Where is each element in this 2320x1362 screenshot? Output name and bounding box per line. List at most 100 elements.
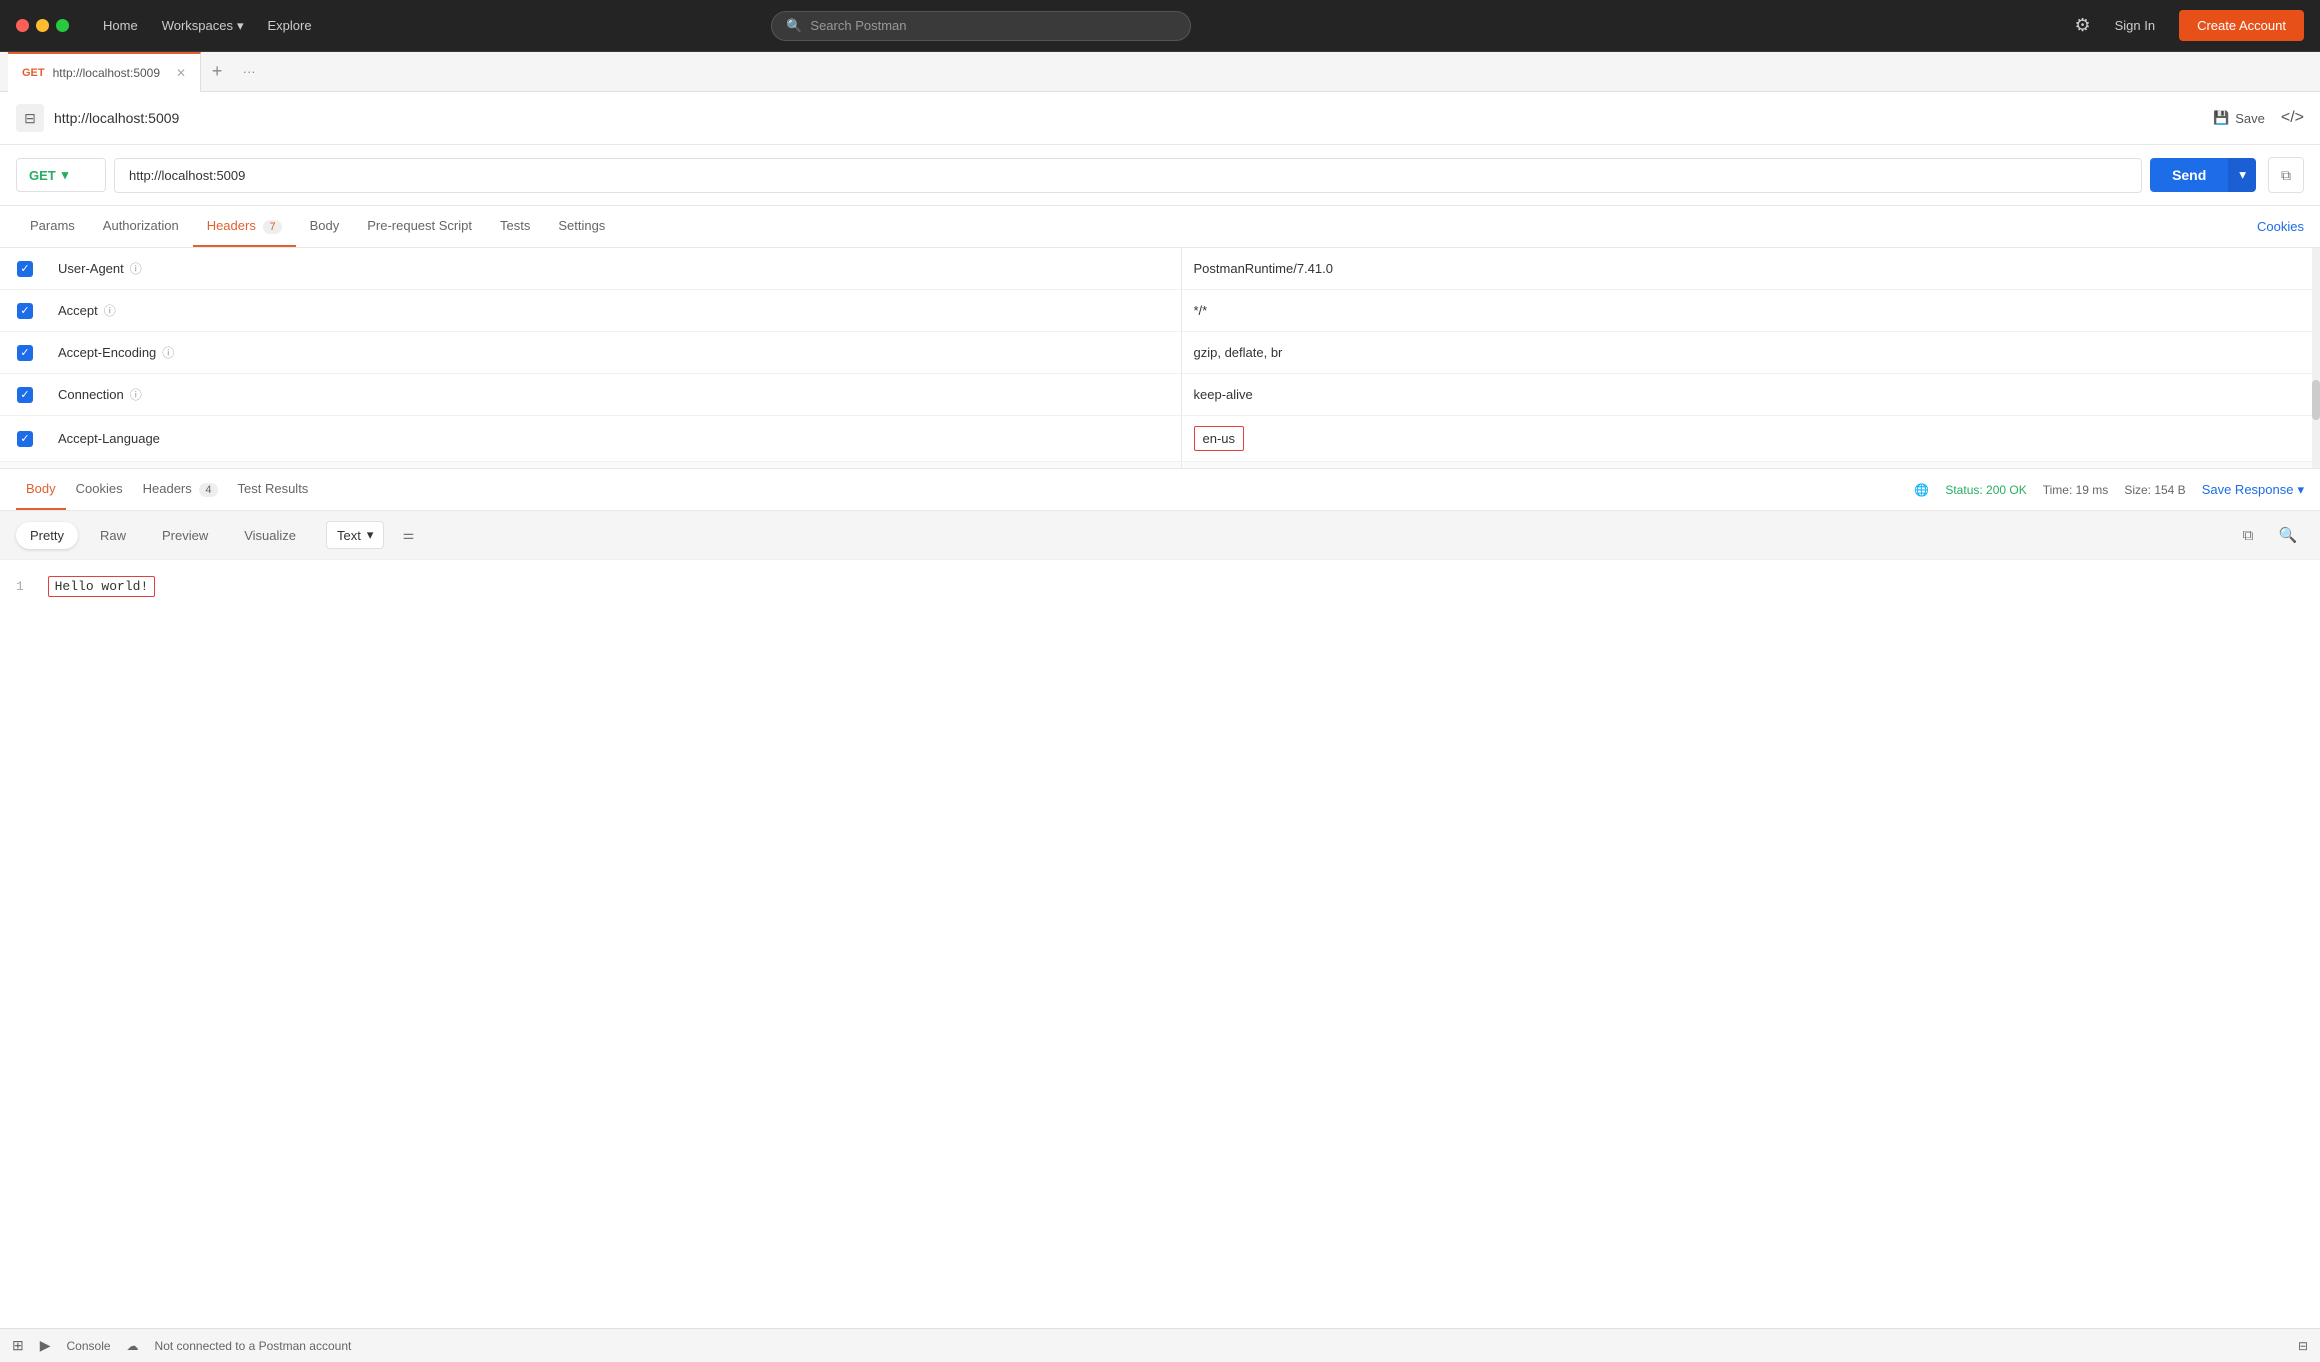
header-check-5[interactable]: ✓ xyxy=(0,431,50,447)
line-number: 1 xyxy=(16,579,24,594)
search-icon: 🔍 xyxy=(786,18,802,34)
nav-links: Home Workspaces ▾ Explore xyxy=(93,12,322,40)
header-value-user-agent[interactable]: PostmanRuntime/7.41.0 xyxy=(1182,251,2320,286)
tab-settings[interactable]: Settings xyxy=(544,206,619,247)
header-check-4[interactable]: ✓ xyxy=(0,387,50,403)
header-value-accept[interactable]: */* xyxy=(1182,293,2320,328)
tab-headers[interactable]: Headers 7 xyxy=(193,206,296,247)
header-key-empty[interactable]: Key xyxy=(50,465,1181,468)
response-actions: ⧉ 🔍 xyxy=(2232,519,2304,551)
header-value-accept-encoding[interactable]: gzip, deflate, br xyxy=(1182,335,2320,370)
header-value-empty[interactable]: Value xyxy=(1182,465,2320,468)
new-tab-button[interactable]: + xyxy=(201,52,233,92)
response-size-label: Size: 154 B xyxy=(2124,483,2185,497)
send-dropdown-button[interactable]: ▾ xyxy=(2228,158,2256,192)
more-tabs-button[interactable]: ··· xyxy=(233,52,265,92)
tab-params[interactable]: Params xyxy=(16,206,89,247)
format-label: Text xyxy=(337,528,361,543)
view-visualize-button[interactable]: Visualize xyxy=(230,522,310,549)
signin-button[interactable]: Sign In xyxy=(2103,12,2167,39)
layout-icon[interactable]: ⊞ xyxy=(12,1337,24,1354)
method-label: GET xyxy=(29,168,56,183)
maximize-button[interactable] xyxy=(56,19,69,32)
method-dropdown-icon: ▾ xyxy=(62,167,69,183)
tab-prerequest[interactable]: Pre-request Script xyxy=(353,206,486,247)
tab-close-icon[interactable]: ✕ xyxy=(176,66,186,80)
accept-language-value-highlighted: en-us xyxy=(1194,426,1245,451)
header-key-accept-language[interactable]: Accept-Language xyxy=(50,421,1181,456)
code-button[interactable]: </> xyxy=(2281,109,2304,127)
nav-explore[interactable]: Explore xyxy=(258,12,322,40)
minimize-button[interactable] xyxy=(36,19,49,32)
response-tab-cookies[interactable]: Cookies xyxy=(66,469,133,510)
info-icon-2[interactable]: ⓘ xyxy=(104,302,116,319)
response-headers-count: 4 xyxy=(199,483,217,497)
tab-body[interactable]: Body xyxy=(296,206,354,247)
tab-url: http://localhost:5009 xyxy=(53,66,160,80)
workspaces-dropdown-icon: ▾ xyxy=(237,18,244,34)
copy-response-button[interactable]: ⧉ xyxy=(2232,519,2264,551)
view-pretty-button[interactable]: Pretty xyxy=(16,522,78,549)
nav-home[interactable]: Home xyxy=(93,12,148,40)
status-ok-label: Status: 200 OK xyxy=(1945,483,2026,497)
header-row-empty: Key Value xyxy=(0,462,2320,468)
copy-icon: ⧉ xyxy=(2281,167,2291,184)
view-raw-button[interactable]: Raw xyxy=(86,522,140,549)
connection-status: Not connected to a Postman account xyxy=(155,1339,352,1353)
format-dropdown-icon: ▾ xyxy=(367,527,374,543)
header-key-user-agent[interactable]: User-Agent ⓘ xyxy=(50,250,1181,287)
cookies-link[interactable]: Cookies xyxy=(2257,219,2304,234)
format-select[interactable]: Text ▾ xyxy=(326,521,384,549)
headers-count-badge: 7 xyxy=(263,220,281,234)
console-label[interactable]: Console xyxy=(67,1339,111,1353)
headers-table: ✓ User-Agent ⓘ PostmanRuntime/7.41.0 ✓ A… xyxy=(0,248,2320,468)
info-icon-4[interactable]: ⓘ xyxy=(130,386,142,403)
response-tab-test-results[interactable]: Test Results xyxy=(228,469,319,510)
save-response-button[interactable]: Save Response ▾ xyxy=(2202,482,2304,498)
info-icon[interactable]: ⓘ xyxy=(130,260,142,277)
save-button[interactable]: 💾 Save xyxy=(2213,110,2265,126)
info-icon-3[interactable]: ⓘ xyxy=(162,344,174,361)
response-tab-body[interactable]: Body xyxy=(16,469,66,510)
header-check-1[interactable]: ✓ xyxy=(0,261,50,277)
request-tab[interactable]: GET http://localhost:5009 ✕ xyxy=(8,52,201,92)
tab-authorization[interactable]: Authorization xyxy=(89,206,193,247)
header-key-connection[interactable]: Connection ⓘ xyxy=(50,376,1181,413)
response-tab-headers[interactable]: Headers 4 xyxy=(133,469,228,510)
header-row-connection: ✓ Connection ⓘ keep-alive xyxy=(0,374,2320,416)
header-value-connection[interactable]: keep-alive xyxy=(1182,377,2320,412)
header-row-accept-language: ✓ Accept-Language en-us xyxy=(0,416,2320,462)
method-select[interactable]: GET ▾ xyxy=(16,158,106,192)
header-row-accept: ✓ Accept ⓘ */* xyxy=(0,290,2320,332)
save-label: Save xyxy=(2235,111,2265,126)
header-row-user-agent: ✓ User-Agent ⓘ PostmanRuntime/7.41.0 xyxy=(0,248,2320,290)
settings-icon[interactable]: ⚙ xyxy=(2074,15,2090,36)
response-tabs: Body Cookies Headers 4 Test Results 🌐 St… xyxy=(0,469,2320,511)
header-check-2[interactable]: ✓ xyxy=(0,303,50,319)
header-key-accept-encoding[interactable]: Accept-Encoding ⓘ xyxy=(50,334,1181,371)
copy-url-button[interactable]: ⧉ xyxy=(2268,157,2304,193)
nav-workspaces[interactable]: Workspaces ▾ xyxy=(152,12,254,40)
scrollbar-thumb[interactable] xyxy=(2312,380,2320,420)
response-status: 🌐 Status: 200 OK Time: 19 ms Size: 154 B… xyxy=(1914,482,2304,498)
close-button[interactable] xyxy=(16,19,29,32)
header-key-accept[interactable]: Accept ⓘ xyxy=(50,292,1181,329)
send-button[interactable]: Send xyxy=(2150,158,2228,192)
header-row-accept-encoding: ✓ Accept-Encoding ⓘ gzip, deflate, br xyxy=(0,332,2320,374)
layout-right-icon[interactable]: ⊟ xyxy=(2298,1339,2308,1353)
create-account-button[interactable]: Create Account xyxy=(2179,10,2304,41)
tabbar: GET http://localhost:5009 ✕ + ··· xyxy=(0,52,2320,92)
traffic-lights xyxy=(16,19,69,32)
header-check-3[interactable]: ✓ xyxy=(0,345,50,361)
format-options-button[interactable]: ⚌ xyxy=(392,519,424,551)
url-input[interactable] xyxy=(114,158,2142,193)
scrollbar[interactable] xyxy=(2312,248,2320,468)
response-toolbar: Pretty Raw Preview Visualize Text ▾ ⚌ ⧉ … xyxy=(0,511,2320,560)
view-preview-button[interactable]: Preview xyxy=(148,522,222,549)
search-response-button[interactable]: 🔍 xyxy=(2272,519,2304,551)
search-bar[interactable]: 🔍 Search Postman xyxy=(771,11,1191,41)
console-icon[interactable]: ▶ xyxy=(40,1337,51,1354)
url-bar: GET ▾ Send ▾ ⧉ xyxy=(0,145,2320,206)
header-value-accept-language[interactable]: en-us xyxy=(1182,416,2320,461)
tab-tests[interactable]: Tests xyxy=(486,206,544,247)
